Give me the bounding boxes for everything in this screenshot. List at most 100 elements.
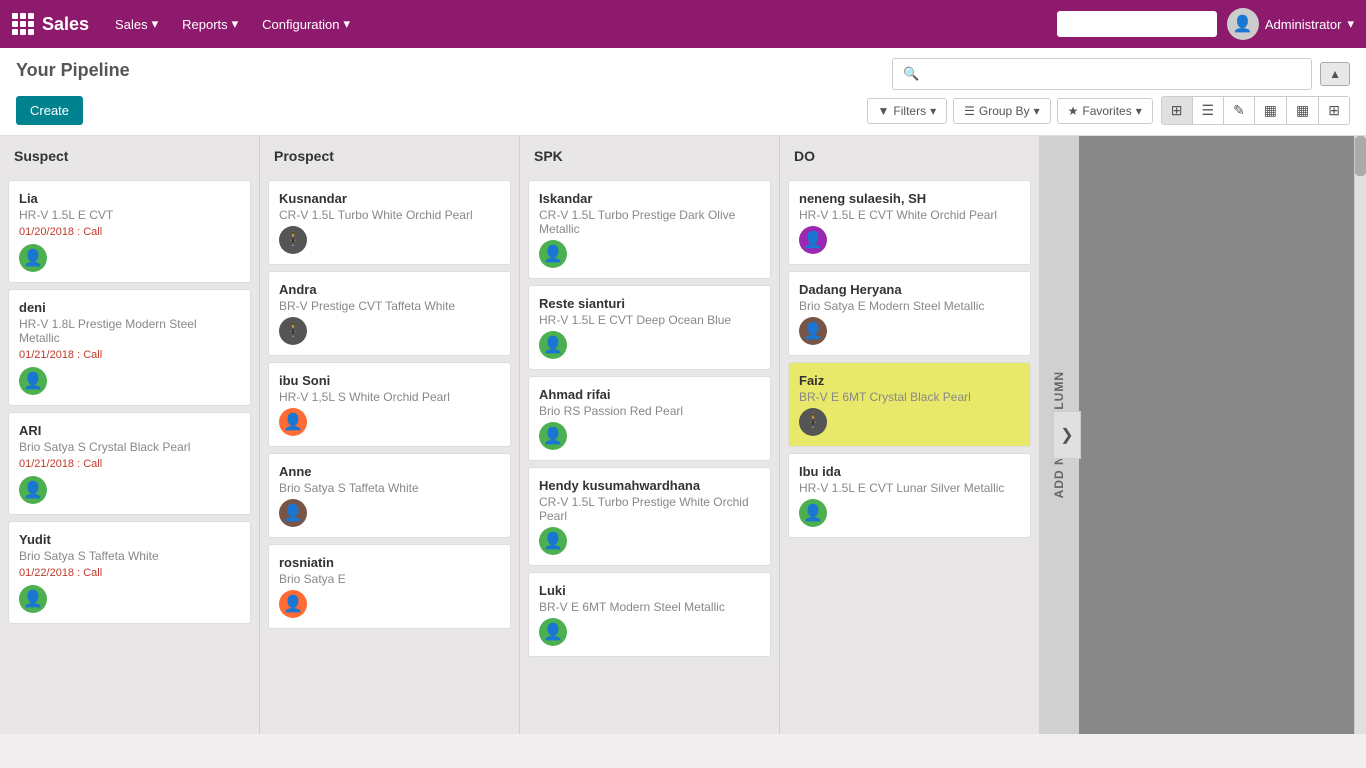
card-name: Yudit bbox=[19, 532, 240, 547]
column-header-suspect: Suspect bbox=[0, 136, 259, 176]
chevron-down-icon: ▾ bbox=[232, 16, 239, 32]
favorites-button[interactable]: ★ Favorites ▾ bbox=[1057, 98, 1153, 124]
kanban-card-c7[interactable]: ibu SoniHR-V 1,5L S White Orchid Pearl👤 bbox=[268, 362, 511, 447]
list-view-button[interactable]: ☰ bbox=[1193, 97, 1225, 124]
edit-view-button[interactable]: ✎ bbox=[1224, 97, 1255, 124]
grid-icon[interactable] bbox=[12, 13, 34, 35]
card-product: HR-V 1.5L E CVT White Orchid Pearl bbox=[799, 208, 1020, 222]
card-name: Kusnandar bbox=[279, 191, 500, 206]
card-product: Brio RS Passion Red Pearl bbox=[539, 404, 760, 418]
card-product: BR-V Prestige CVT Taffeta White bbox=[279, 299, 500, 313]
kanban-view-button[interactable]: ⊞ bbox=[1162, 97, 1193, 124]
create-button[interactable]: Create bbox=[16, 96, 83, 125]
kanban-card-c12[interactable]: Ahmad rifaiBrio RS Passion Red Pearl👤 bbox=[528, 376, 771, 461]
card-date: 01/21/2018 : Call bbox=[19, 458, 240, 470]
kanban-card-c1[interactable]: LiaHR-V 1.5L E CVT01/20/2018 : Call👤 bbox=[8, 180, 251, 283]
kanban-card-c4[interactable]: Yudit Brio Satya S Taffeta White 01/22/201… bbox=[8, 521, 251, 624]
kanban-card-c5[interactable]: Kusnandar CR-V 1.5L Turbo White Orchid Pe… bbox=[268, 180, 511, 265]
next-column-button[interactable]: ❯ bbox=[1053, 411, 1081, 459]
kanban-wrapper: SuspectLiaHR-V 1.5L E CVT01/20/2018 : Ca… bbox=[0, 136, 1366, 734]
menu-item-reports[interactable]: Reports ▾ bbox=[172, 10, 248, 38]
search-expand-btn[interactable]: ▲ bbox=[1320, 62, 1350, 86]
card-avatar: 👤 bbox=[19, 476, 47, 504]
card-avatar: 🕴 bbox=[279, 226, 307, 254]
card-avatar: 👤 bbox=[279, 590, 307, 618]
groupby-button[interactable]: ☰ Group By ▾ bbox=[953, 98, 1051, 124]
card-name: Hendy kusumahwardhana bbox=[539, 478, 760, 493]
card-product: CR-V 1.5L Turbo Prestige White Orchid Pe… bbox=[539, 495, 760, 523]
card-avatar: 👤 bbox=[539, 527, 567, 555]
search-box[interactable]: 🔍 bbox=[892, 58, 1312, 90]
groupby-chevron: ▾ bbox=[1034, 104, 1040, 118]
app-name: Sales bbox=[42, 14, 89, 35]
view-icons: ⊞ ☰ ✎ ▦ ▦ ⊞ bbox=[1161, 96, 1350, 125]
kanban-card-c10[interactable]: IskandarCR-V 1.5L Turbo Prestige Dark Ol… bbox=[528, 180, 771, 279]
toolbar: Create ▼ Filters ▾ ☰ Group By ▾ ★ Favori… bbox=[16, 96, 1350, 135]
card-avatar: 🕴 bbox=[279, 317, 307, 345]
card-product: Brio Satya E Modern Steel Metallic bbox=[799, 299, 1020, 313]
kanban-card-c18[interactable]: Ibu ida HR-V 1.5L E CVT Lunar Silver Meta… bbox=[788, 453, 1031, 538]
kanban-card-c13[interactable]: Hendy kusumahwardhana CR-V 1.5L Turbo Pre… bbox=[528, 467, 771, 566]
card-name: ibu Soni bbox=[279, 373, 500, 388]
filter-icon: ▼ bbox=[878, 104, 890, 118]
card-date: 01/20/2018 : Call bbox=[19, 226, 240, 238]
kanban-card-c17[interactable]: FaizBR-V E 6MT Crystal Black Pearl🕴 bbox=[788, 362, 1031, 447]
kanban-card-c14[interactable]: LukiBR-V E 6MT Modern Steel Metallic👤 bbox=[528, 572, 771, 657]
card-name: Reste sianturi bbox=[539, 296, 760, 311]
filter-bar: ▼ Filters ▾ ☰ Group By ▾ ★ Favorites ▾ bbox=[867, 98, 1153, 124]
card-name: Anne bbox=[279, 464, 500, 479]
search-area: 🔍 ▲ bbox=[892, 58, 1350, 90]
calendar-view-button[interactable]: ▦ bbox=[1287, 97, 1319, 124]
kanban-card-c9[interactable]: rosniatinBrio Satya E👤 bbox=[268, 544, 511, 629]
card-avatar: 👤 bbox=[19, 367, 47, 395]
card-avatar: 👤 bbox=[19, 244, 47, 272]
star-icon: ★ bbox=[1068, 104, 1079, 118]
kanban-cards-do: neneng sulaesih, SHHR-V 1.5L E CVT White… bbox=[780, 176, 1039, 734]
kanban-card-c11[interactable]: Reste sianturiHR-V 1.5L E CVT Deep Ocean… bbox=[528, 285, 771, 370]
grid-view-button[interactable]: ⊞ bbox=[1319, 97, 1349, 124]
kanban-board: SuspectLiaHR-V 1.5L E CVT01/20/2018 : Ca… bbox=[0, 136, 1039, 734]
column-header-prospect: Prospect bbox=[260, 136, 519, 176]
kanban-card-c16[interactable]: Dadang Heryana Brio Satya E Modern Steel … bbox=[788, 271, 1031, 356]
kanban-card-c2[interactable]: deniHR-V 1.8L Prestige Modern Steel Meta… bbox=[8, 289, 251, 406]
card-product: Brio Satya E bbox=[279, 572, 500, 586]
kanban-column-suspect: SuspectLiaHR-V 1.5L E CVT01/20/2018 : Ca… bbox=[0, 136, 260, 734]
card-avatar: 👤 bbox=[539, 618, 567, 646]
kanban-card-c6[interactable]: AndraBR-V Prestige CVT Taffeta White🕴 bbox=[268, 271, 511, 356]
filters-chevron: ▾ bbox=[930, 104, 936, 118]
card-product: Brio Satya S Taffeta White bbox=[279, 481, 500, 495]
page-title: Your Pipeline bbox=[16, 60, 130, 81]
card-product: Brio Satya S Taffeta White bbox=[19, 549, 240, 563]
chart-view-button[interactable]: ▦ bbox=[1255, 97, 1287, 124]
right-panel bbox=[1079, 136, 1354, 734]
card-name: ARI bbox=[19, 423, 240, 438]
chevron-down-icon: ▾ bbox=[344, 16, 351, 32]
card-date: 01/22/2018 : Call bbox=[19, 567, 240, 579]
scroll-thumb[interactable] bbox=[1355, 136, 1366, 176]
search-icon: 🔍 bbox=[903, 66, 919, 82]
card-name: Ibu ida bbox=[799, 464, 1020, 479]
chevron-down-icon: ▾ bbox=[152, 16, 159, 32]
kanban-scrollbar[interactable] bbox=[1354, 136, 1366, 734]
card-name: Dadang Heryana bbox=[799, 282, 1020, 297]
kanban-card-c8[interactable]: Anne Brio Satya S Taffeta White 👤 bbox=[268, 453, 511, 538]
card-product: HR-V 1.8L Prestige Modern Steel Metallic bbox=[19, 317, 240, 345]
filters-button[interactable]: ▼ Filters ▾ bbox=[867, 98, 948, 124]
card-product: HR-V 1.5L E CVT Lunar Silver Metallic bbox=[799, 481, 1020, 495]
admin-badge[interactable]: 👤 Administrator ▾ bbox=[1227, 8, 1354, 40]
menu-item-sales[interactable]: Sales ▾ bbox=[105, 10, 168, 38]
card-avatar: 🕴 bbox=[799, 408, 827, 436]
topnav-search[interactable] bbox=[1057, 11, 1217, 37]
topnav-menu: Sales ▾ Reports ▾ Configuration ▾ bbox=[105, 10, 360, 38]
card-product: CR-V 1.5L Turbo White Orchid Pearl bbox=[279, 208, 500, 222]
kanban-column-prospect: Prospect Kusnandar CR-V 1.5L Turbo White O… bbox=[260, 136, 520, 734]
kanban-card-c3[interactable]: ARIBrio Satya S Crystal Black Pearl01/21… bbox=[8, 412, 251, 515]
kanban-card-c15[interactable]: neneng sulaesih, SHHR-V 1.5L E CVT White… bbox=[788, 180, 1031, 265]
filter-view-area: ▼ Filters ▾ ☰ Group By ▾ ★ Favorites ▾ ⊞… bbox=[867, 96, 1350, 125]
menu-item-configuration[interactable]: Configuration ▾ bbox=[252, 10, 360, 38]
card-avatar: 👤 bbox=[279, 499, 307, 527]
card-avatar: 👤 bbox=[799, 226, 827, 254]
card-name: Lia bbox=[19, 191, 240, 206]
app-logo: Sales bbox=[12, 13, 89, 35]
card-avatar: 👤 bbox=[539, 331, 567, 359]
